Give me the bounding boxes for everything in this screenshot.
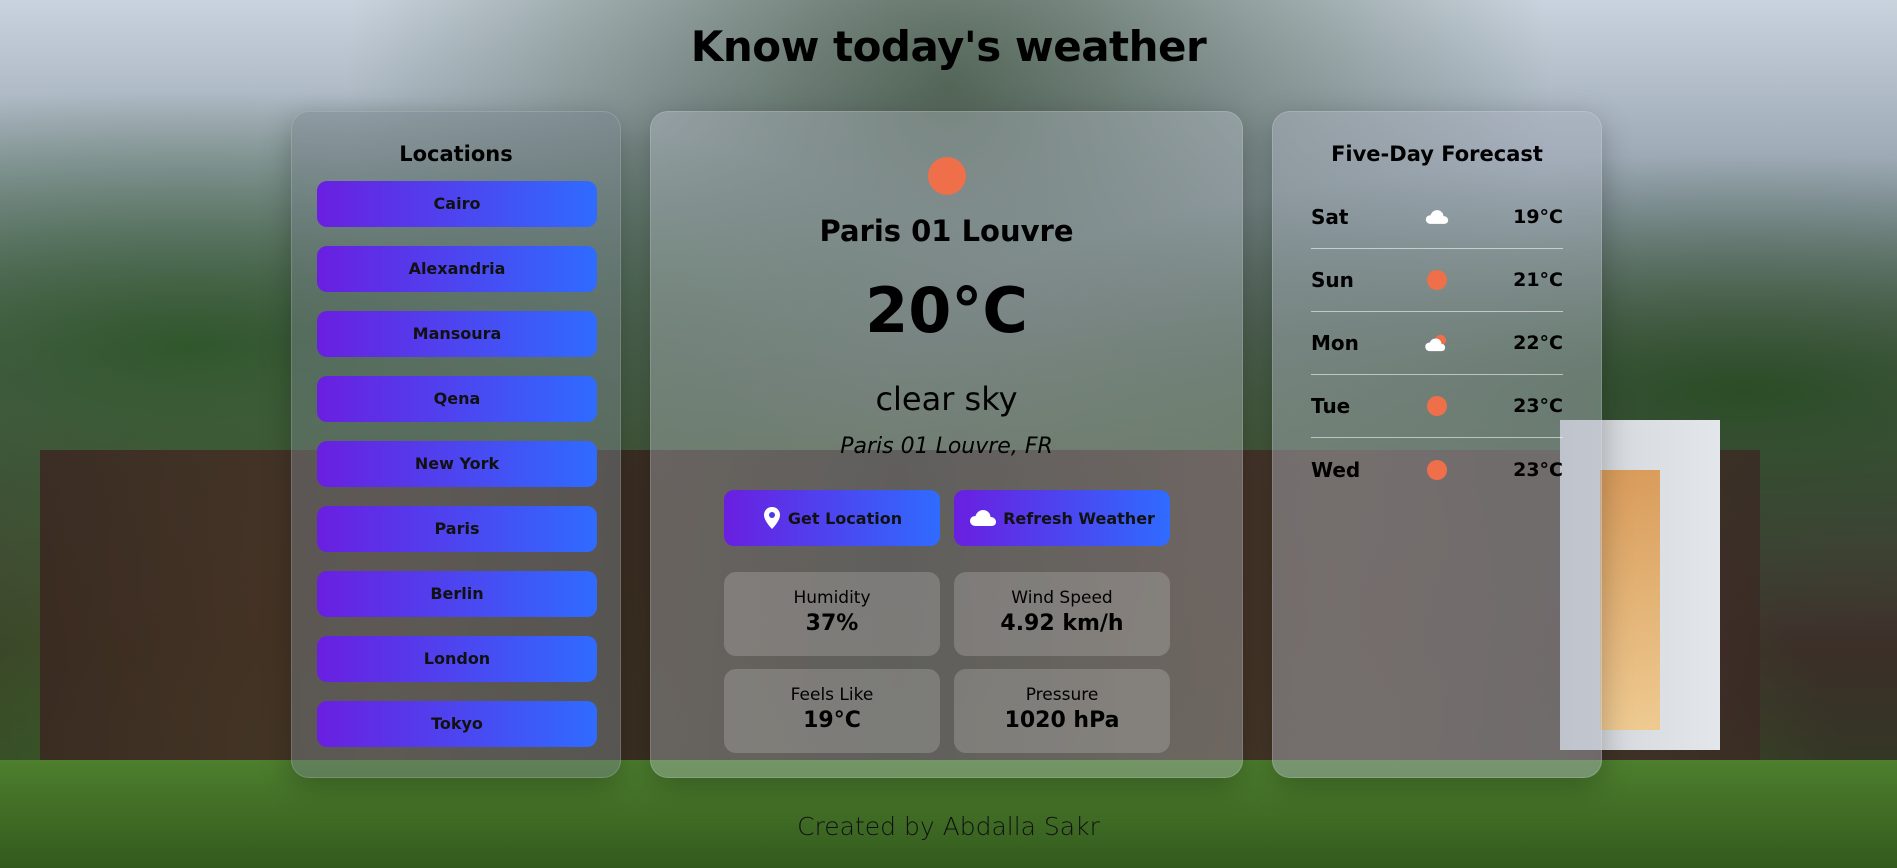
refresh-weather-button[interactable]: Refresh Weather [954,490,1170,546]
forecast-temp: 23°C [1513,458,1563,481]
stat-value: 4.92 km/h [1000,611,1124,636]
forecast-day: Sat [1311,205,1349,229]
pressure-card: Pressure 1020 hPa [954,669,1170,753]
locations-panel: Locations Cairo Alexandria Mansoura Qena… [291,111,621,778]
background-window [1600,470,1660,730]
wind-speed-card: Wind Speed 4.92 km/h [954,572,1170,656]
forecast-day: Tue [1311,394,1351,418]
forecast-row: Sat 19°C [1311,186,1563,249]
forecast-temp: 19°C [1513,206,1563,228]
location-button-mansoura[interactable]: Mansoura [317,311,597,357]
city-name: Paris 01 Louvre [819,214,1074,248]
location-button-alexandria[interactable]: Alexandria [317,246,597,292]
location-button-berlin[interactable]: Berlin [317,571,597,617]
stat-label: Humidity [793,588,871,608]
forecast-temp: 21°C [1513,269,1563,291]
stat-label: Feels Like [790,685,874,705]
partly-cloudy-icon [1424,332,1450,354]
sun-icon [1424,269,1450,291]
footer-credit: Created by Abdalla Sakr [797,812,1100,841]
refresh-weather-label: Refresh Weather [1003,508,1155,528]
location-label: Paris 01 Louvre, FR [840,434,1053,459]
sun-icon [928,157,966,195]
stat-value: 19°C [803,708,861,733]
forecast-row: Mon 22°C [1311,312,1563,375]
location-button-london[interactable]: London [317,636,597,682]
forecast-row: Tue 23°C [1311,375,1563,438]
forecast-panel: Five-Day Forecast Sat 19°C Sun 21°C Mon … [1272,111,1602,778]
forecast-row: Wed 23°C [1311,438,1563,501]
sun-icon [1424,395,1450,417]
weather-condition: clear sky [875,380,1018,418]
location-button-new-york[interactable]: New York [317,441,597,487]
cloud-icon [970,510,997,526]
page-title: Know today's weather [690,22,1207,71]
forecast-temp: 23°C [1513,395,1563,417]
forecast-day: Sun [1311,268,1354,292]
forecast-list: Sat 19°C Sun 21°C Mon 22°C Tue 23°C Wed … [1273,186,1601,501]
locations-title: Locations [399,142,513,166]
location-button-cairo[interactable]: Cairo [317,181,597,227]
stat-label: Wind Speed [1011,588,1113,608]
cloud-icon [1424,206,1450,228]
locations-list: Cairo Alexandria Mansoura Qena New York … [292,181,620,747]
forecast-title: Five-Day Forecast [1331,142,1543,166]
temperature: 20°C [865,274,1028,347]
stat-value: 37% [805,611,859,636]
humidity-card: Humidity 37% [724,572,940,656]
stat-value: 1020 hPa [1004,708,1120,733]
location-button-qena[interactable]: Qena [317,376,597,422]
location-button-paris[interactable]: Paris [317,506,597,552]
forecast-row: Sun 21°C [1311,249,1563,312]
forecast-day: Mon [1311,331,1359,355]
sun-icon [1424,459,1450,481]
get-location-label: Get Location [787,508,903,528]
forecast-day: Wed [1311,457,1361,482]
feels-like-card: Feels Like 19°C [724,669,940,753]
location-button-tokyo[interactable]: Tokyo [317,701,597,747]
stat-label: Pressure [1025,685,1099,705]
forecast-temp: 22°C [1513,332,1563,354]
map-pin-icon [763,507,780,529]
get-location-button[interactable]: Get Location [724,490,940,546]
current-weather-panel: Paris 01 Louvre 20°C clear sky Paris 01 … [650,111,1243,778]
